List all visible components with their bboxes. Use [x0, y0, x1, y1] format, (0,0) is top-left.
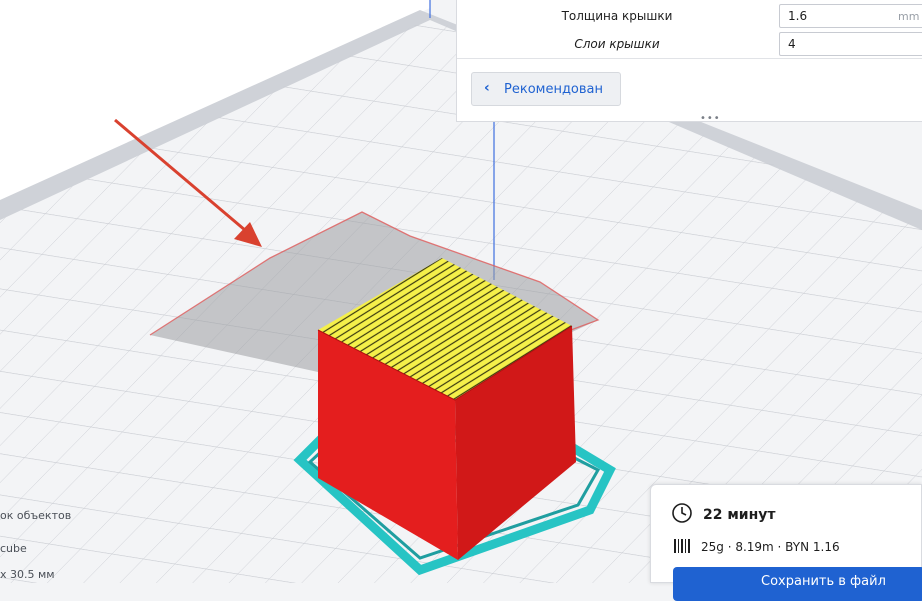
- save-to-file-button[interactable]: Сохранить в файл: [673, 567, 922, 601]
- recommended-button[interactable]: ‹ Рекомендован: [471, 72, 621, 106]
- print-summary-card: 22 минут 25g · 8.19m · BYN 1.16 Сохранит…: [650, 484, 922, 601]
- object-dimensions: x 30.5 мм: [0, 568, 55, 581]
- print-settings-panel: Толщина крышки 1.6 mm Слои крышки 4 ‹ Ре…: [456, 0, 922, 124]
- chevron-left-icon: ‹: [484, 80, 490, 96]
- recommended-button-label: Рекомендован: [504, 82, 604, 97]
- top-thickness-field[interactable]: 1.6 mm: [779, 4, 922, 28]
- print-time: 22 минут: [703, 507, 776, 523]
- top-layers-label: Слои крышки: [574, 37, 660, 51]
- save-to-file-label: Сохранить в файл: [761, 574, 886, 589]
- clock-icon: [672, 503, 692, 523]
- top-layers-value: 4: [788, 37, 796, 51]
- panel-resize-handle[interactable]: •••: [700, 113, 721, 124]
- object-list-item[interactable]: cube: [0, 542, 27, 555]
- top-thickness-value: 1.6: [788, 9, 808, 23]
- top-thickness-unit: mm: [898, 10, 920, 23]
- print-stats: 25g · 8.19m · BYN 1.16: [701, 540, 840, 554]
- top-thickness-label: Толщина крышки: [561, 9, 673, 23]
- object-list-title[interactable]: ок объектов: [0, 509, 71, 522]
- panel-divider: [457, 58, 922, 59]
- settings-row-top-thickness: Толщина крышки 1.6 mm: [457, 2, 922, 30]
- top-layers-field[interactable]: 4: [779, 32, 922, 56]
- filament-spool-icon: [674, 539, 690, 553]
- settings-row-top-layers: Слои крышки 4: [457, 30, 922, 58]
